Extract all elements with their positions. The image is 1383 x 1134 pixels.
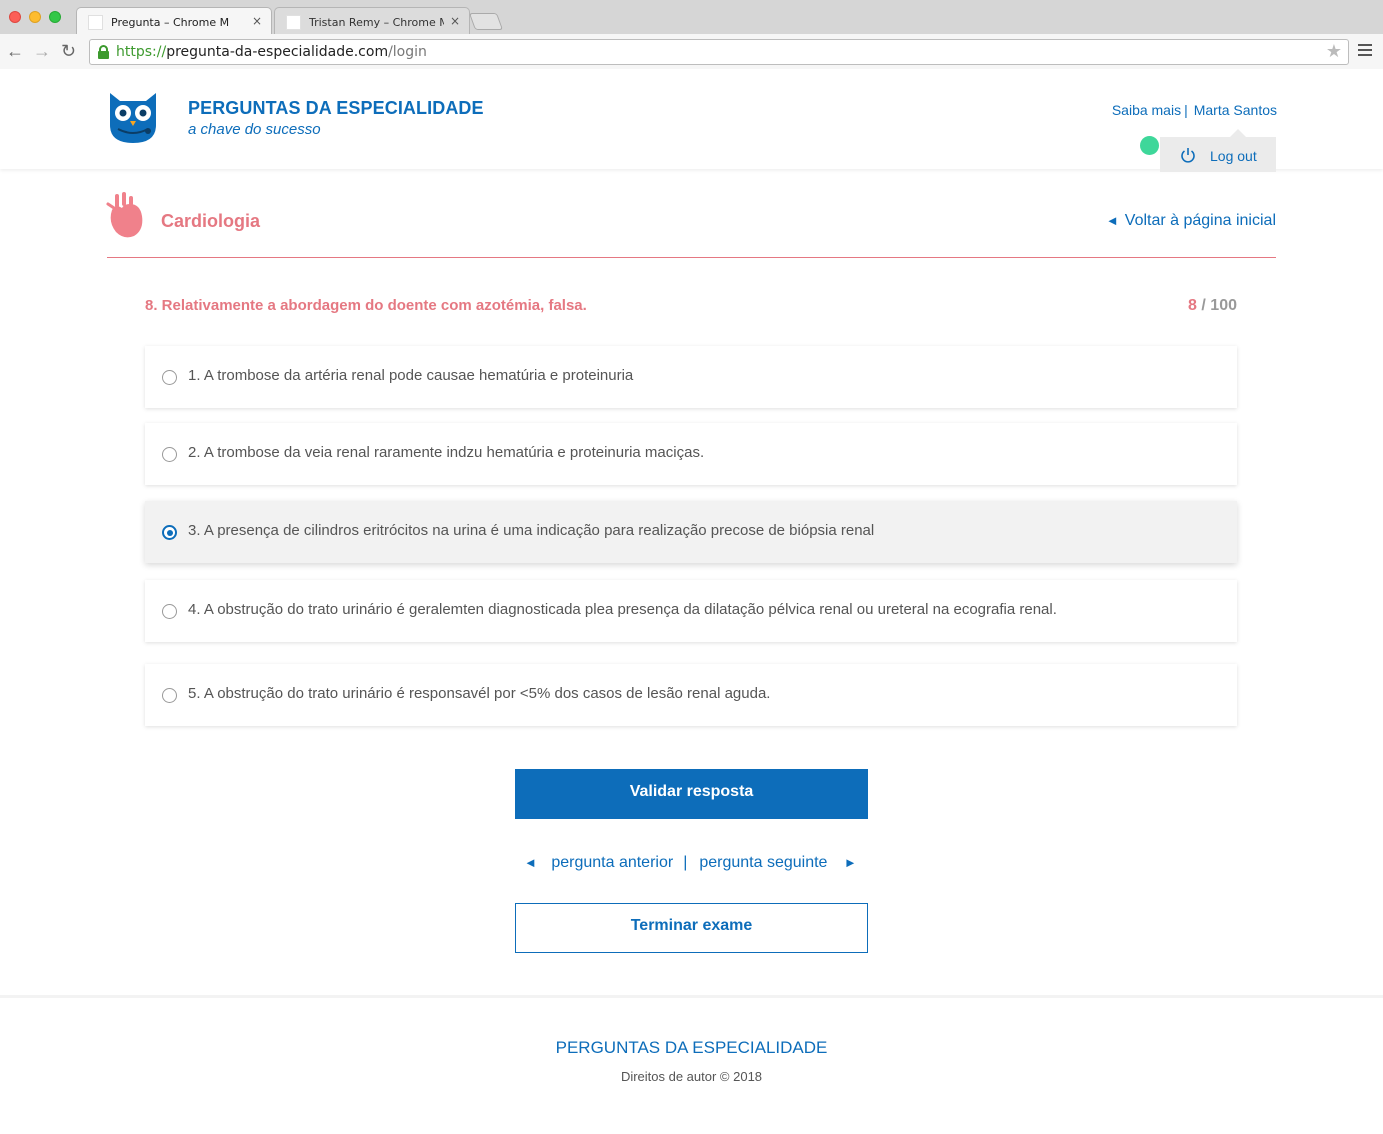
tab-title: Tristan Remy – Chrome M	[309, 16, 444, 29]
online-status-indicator	[1140, 136, 1159, 155]
answer-option-4[interactable]: 4. A obstrução do trato urinário é geral…	[145, 580, 1237, 642]
address-bar[interactable]: https://pregunta-da-especialidade.com/lo…	[89, 39, 1349, 65]
footer-copyright: Direitos de autor © 2018	[620, 1069, 763, 1084]
answer-option-2[interactable]: 2. A trombose da veia renal raramente in…	[145, 423, 1237, 485]
answer-option-label: 5. A obstrução do trato urinário é respo…	[188, 685, 771, 702]
question-pager: ◄ pergunta anterior | pergunta seguinte ►	[524, 854, 857, 872]
section-title: Cardiologia	[161, 211, 261, 231]
question-text: 8. Relativamente a abordagem do doente c…	[145, 297, 587, 314]
counter-separator: /	[1196, 297, 1211, 314]
tab-close-icon[interactable]: ×	[252, 14, 262, 28]
radio-button[interactable]	[162, 688, 177, 703]
current-question-number: 8	[1188, 297, 1197, 314]
link-separator: |	[1184, 102, 1188, 118]
answer-option-3[interactable]: 3. A presença de cilindros eritrócitos n…	[145, 501, 1237, 563]
user-name-link[interactable]: Marta Santos	[1194, 102, 1277, 118]
browser-chrome: Pregunta – Chrome M × Tristan Remy – Chr…	[0, 0, 1383, 69]
answer-option-label: 2. A trombose da veia renal raramente in…	[188, 444, 705, 461]
question-counter: 8 / 100	[1188, 297, 1237, 315]
footer-title[interactable]: PERGUNTAS DA ESPECIALIDADE	[0, 1038, 1383, 1058]
total-questions: 100	[1210, 297, 1237, 314]
answer-option-5[interactable]: 5. A obstrução do trato urinário é respo…	[145, 664, 1237, 726]
back-arrow-icon[interactable]: ←	[6, 41, 24, 61]
answer-option-label: 1. A trombose da artéria renal pode caus…	[188, 367, 634, 384]
back-to-home-link[interactable]: ◄ Voltar à página inicial	[1106, 212, 1276, 230]
radio-button[interactable]	[162, 447, 177, 462]
finish-exam-button[interactable]: Terminar exame	[515, 903, 868, 953]
tab-title: Pregunta – Chrome M	[111, 16, 230, 29]
validate-answer-button[interactable]: Validar resposta	[515, 769, 868, 819]
minimize-window-button[interactable]	[29, 11, 41, 23]
browser-tab[interactable]: Tristan Remy – Chrome M ×	[274, 7, 470, 34]
site-header: PERGUNTAS DA ESPECIALIDADE a chave do su…	[0, 69, 1383, 172]
left-triangle-icon[interactable]: ◄	[524, 855, 537, 870]
right-triangle-icon[interactable]: ►	[844, 855, 857, 870]
header-links: Saiba mais | Marta Santos	[1112, 102, 1277, 118]
maximize-window-button[interactable]	[49, 11, 61, 23]
next-question-link[interactable]: pergunta seguinte	[699, 854, 827, 871]
pager-separator: |	[683, 854, 688, 871]
lock-icon	[98, 45, 109, 59]
forward-arrow-icon[interactable]: →	[33, 41, 51, 61]
answer-option-1[interactable]: 1. A trombose da artéria renal pode caus…	[145, 346, 1237, 408]
logout-button[interactable]: Log out	[1160, 129, 1276, 172]
previous-question-link[interactable]: pergunta anterior	[551, 854, 673, 871]
url-text[interactable]: https://pregunta-da-especialidade.com/lo…	[116, 44, 427, 60]
star-icon[interactable]: ★	[1326, 41, 1342, 62]
new-tab-button[interactable]	[468, 13, 504, 30]
section-divider	[107, 257, 1276, 258]
brand-title[interactable]: PERGUNTAS DA ESPECIALIDADE	[188, 98, 484, 119]
tab-close-icon[interactable]: ×	[450, 14, 460, 28]
back-link-label: Voltar à página inicial	[1124, 212, 1276, 229]
menu-icon[interactable]	[1358, 44, 1372, 58]
radio-button-selected[interactable]	[162, 525, 177, 540]
logout-label: Log out	[1210, 148, 1257, 164]
tab-bar: Pregunta – Chrome M × Tristan Remy – Chr…	[0, 0, 1383, 34]
close-window-button[interactable]	[9, 11, 21, 23]
left-triangle-icon: ◄	[1105, 213, 1119, 228]
reload-icon[interactable]: ↻	[61, 41, 76, 61]
owl-logo-icon[interactable]	[106, 91, 160, 143]
browser-tab-active[interactable]: Pregunta – Chrome M ×	[76, 7, 272, 34]
brand-tagline: a chave do sucesso	[188, 121, 321, 138]
page-favicon-icon	[286, 15, 301, 30]
radio-button[interactable]	[162, 604, 177, 619]
footer-divider	[0, 995, 1383, 998]
answer-option-label: 4. A obstrução do trato urinário é geral…	[188, 601, 1057, 618]
answer-option-label: 3. A presença de cilindros eritrócitos n…	[188, 522, 875, 539]
heart-icon	[106, 192, 143, 238]
about-link[interactable]: Saiba mais	[1112, 102, 1181, 118]
radio-button[interactable]	[162, 370, 177, 385]
power-icon	[1181, 148, 1195, 163]
page-favicon-icon	[88, 15, 103, 30]
